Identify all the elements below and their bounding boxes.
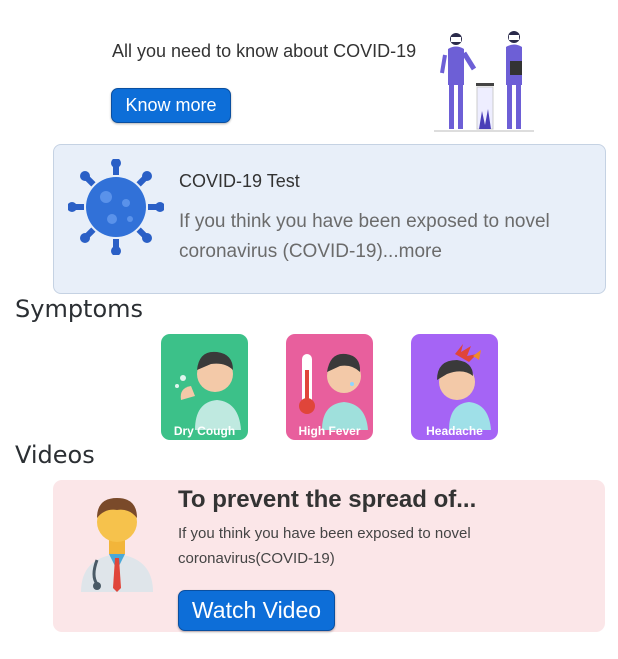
test-card-description: If you think you have been exposed to no… — [179, 211, 550, 262]
symptom-dry-cough[interactable]: Dry Cough — [161, 334, 248, 440]
watch-video-button[interactable]: Watch Video — [178, 590, 335, 631]
video-description: If you think you have been exposed to no… — [178, 525, 471, 567]
doctor-icon — [75, 492, 159, 594]
test-card-title: COVID-19 Test — [179, 171, 300, 191]
symptom-label-dry-cough: Dry Cough — [173, 424, 236, 438]
symptom-label-headache: Headache — [426, 424, 483, 438]
video-title: To prevent the spread of... — [178, 486, 477, 513]
symptom-label-high-fever: High Fever — [298, 424, 361, 438]
symptom-headache[interactable]: Headache — [411, 334, 498, 440]
symptom-high-fever[interactable]: High Fever — [286, 334, 373, 440]
coronavirus-icon — [67, 158, 165, 256]
doctors-with-test-sample-icon — [430, 25, 540, 135]
covid-test-card[interactable]: COVID-19 Test If you think you have been… — [53, 144, 606, 294]
symptoms-heading: Symptoms — [15, 295, 144, 323]
video-card: To prevent the spread of... If you think… — [53, 480, 605, 632]
hero-title: All you need to know about COVID-19 — [112, 41, 417, 61]
know-more-button[interactable]: Know more — [111, 88, 231, 123]
videos-heading: Videos — [15, 441, 95, 469]
